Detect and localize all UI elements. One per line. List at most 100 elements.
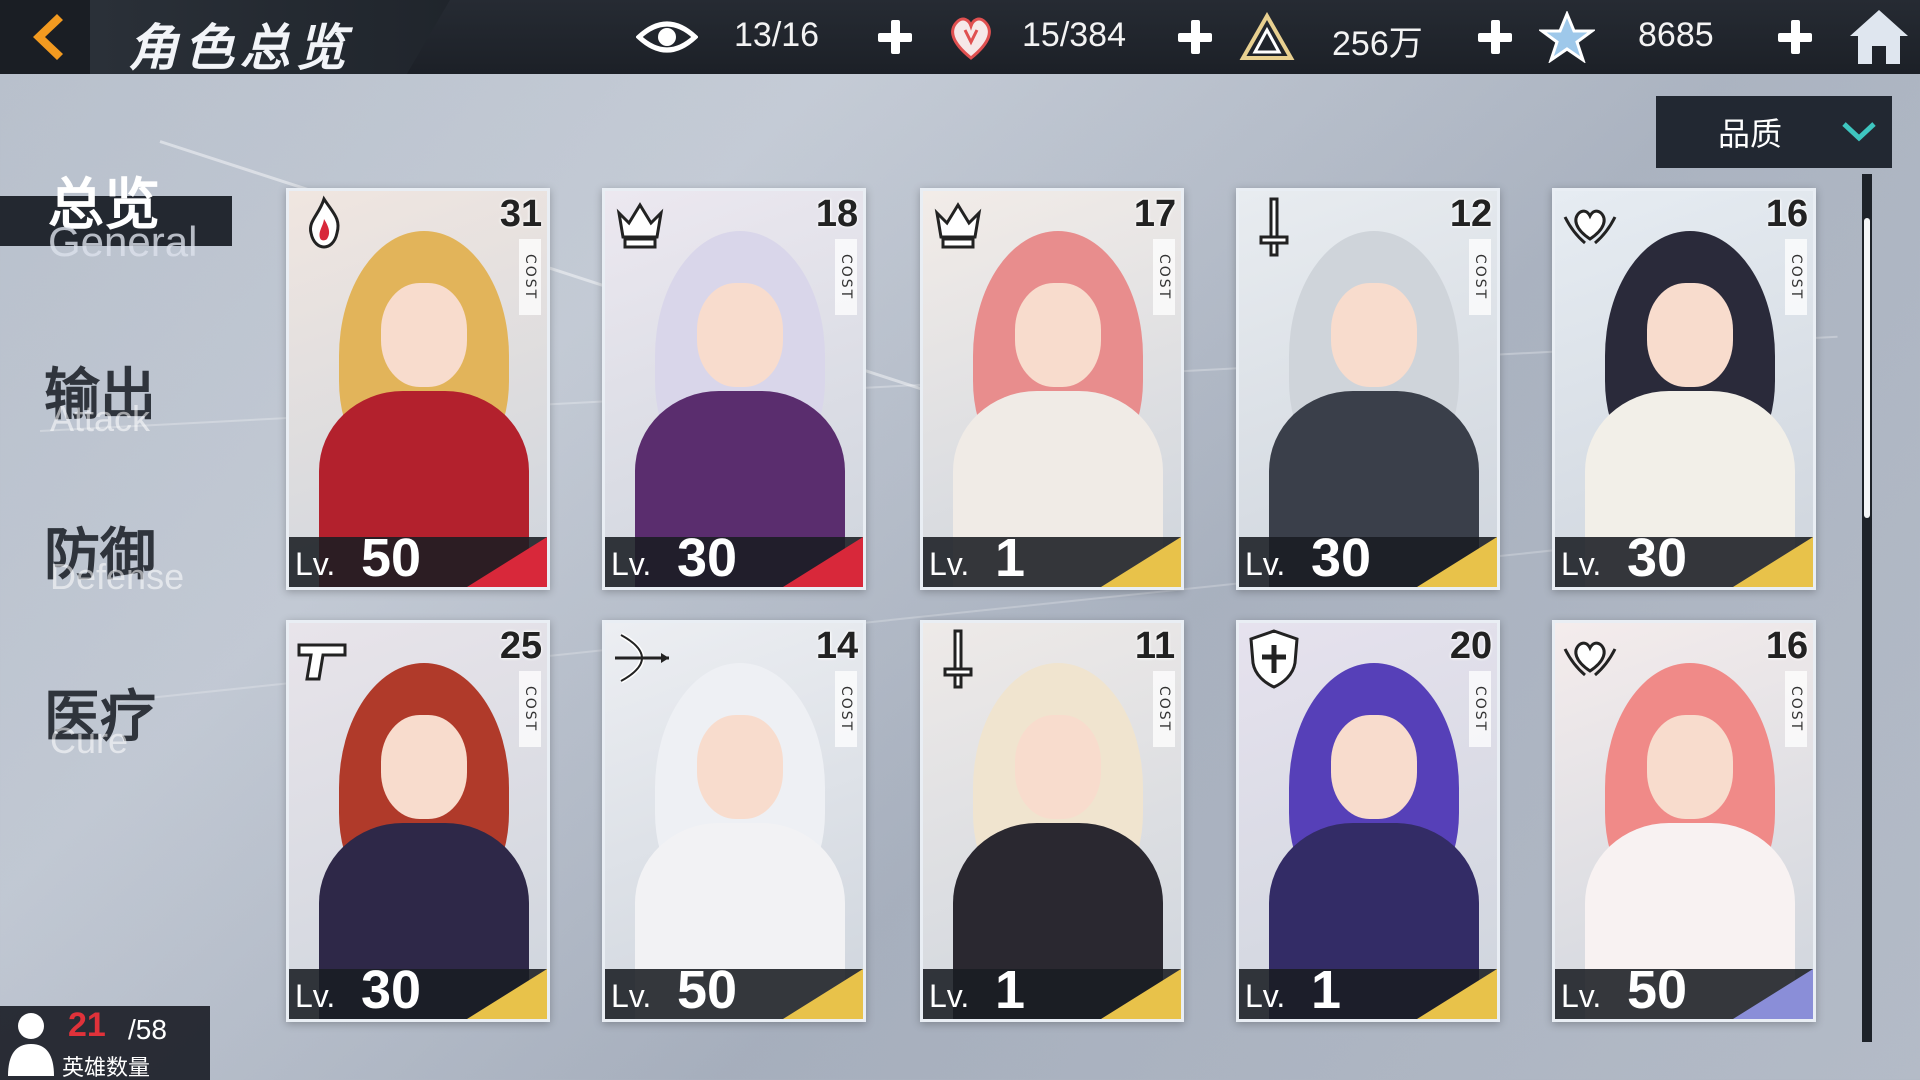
level-prefix: Lv. bbox=[1561, 978, 1602, 1014]
gold-value: 256万 bbox=[1332, 25, 1423, 63]
rarity-indicator bbox=[1733, 537, 1813, 587]
scrollbar-thumb[interactable] bbox=[1864, 218, 1870, 518]
level-prefix: Lv. bbox=[929, 978, 970, 1014]
cost-label: COST bbox=[1153, 671, 1175, 747]
pyramid-icon bbox=[1236, 12, 1298, 62]
cost-badge: 18 bbox=[815, 193, 859, 236]
level-prefix: Lv. bbox=[295, 978, 336, 1014]
fire-icon bbox=[291, 193, 357, 259]
add-gold-button[interactable] bbox=[1472, 14, 1518, 60]
nav-item-cure[interactable]: 医疗 Cure bbox=[0, 664, 260, 774]
add-stamina-button[interactable] bbox=[872, 14, 918, 60]
nav-sublabel: Defense bbox=[50, 556, 185, 597]
character-card[interactable]: 11 COST Lv. 1 bbox=[920, 620, 1184, 1022]
chevron-left-icon bbox=[33, 14, 63, 60]
chevron-down-icon bbox=[1842, 122, 1876, 142]
level-bar: Lv. 1 bbox=[923, 960, 1181, 1019]
level-prefix: Lv. bbox=[611, 546, 652, 582]
cost-value: 12 bbox=[1449, 193, 1493, 235]
home-button[interactable] bbox=[1846, 6, 1912, 68]
crown-emblem-icon bbox=[925, 193, 991, 259]
top-bar: 角色总览 13/16 15/384 256万 8685 bbox=[0, 0, 1920, 77]
shield-icon bbox=[1241, 625, 1307, 691]
nav-item-defense[interactable]: 防御 Defense bbox=[0, 500, 260, 610]
pistol-icon bbox=[291, 625, 357, 691]
eye-icon bbox=[636, 12, 698, 62]
character-card[interactable]: 12 COST Lv. 30 bbox=[1236, 188, 1500, 590]
cost-badge: 17 bbox=[1133, 193, 1177, 236]
cost-badge: 16 bbox=[1765, 625, 1809, 668]
rarity-indicator bbox=[467, 969, 547, 1019]
cost-label: COST bbox=[835, 239, 857, 315]
crystal-value: 15/384 bbox=[1022, 16, 1126, 54]
sword-icon bbox=[1241, 193, 1307, 259]
level-value: 1 bbox=[995, 960, 1026, 1020]
winged-heart-icon bbox=[1557, 193, 1623, 259]
level-bar: Lv. 1 bbox=[1239, 960, 1497, 1019]
sort-dropdown[interactable]: 品质 bbox=[1656, 96, 1892, 168]
rarity-indicator bbox=[1417, 537, 1497, 587]
character-card[interactable]: 31 COST Lv. 50 bbox=[286, 188, 550, 590]
hero-count-panel: 21 /58 英雄数量 bbox=[0, 1006, 210, 1080]
character-card[interactable]: 14 COST Lv. 50 bbox=[602, 620, 866, 1022]
level-prefix: Lv. bbox=[1245, 978, 1286, 1014]
person-icon bbox=[8, 1013, 54, 1076]
cost-badge: 20 bbox=[1449, 625, 1493, 668]
bow-icon bbox=[607, 625, 673, 691]
level-bar: Lv. 30 bbox=[605, 528, 863, 587]
nav-item-general[interactable]: 总览 General bbox=[0, 150, 260, 270]
cost-value: 20 bbox=[1449, 625, 1493, 667]
nav-item-attack[interactable]: 输出 Attack bbox=[0, 340, 260, 450]
character-card[interactable]: 18 COST Lv. 30 bbox=[602, 188, 866, 590]
cost-badge: 14 bbox=[815, 625, 859, 668]
character-card[interactable]: 17 COST Lv. 1 bbox=[920, 188, 1184, 590]
cost-value: 14 bbox=[815, 625, 859, 667]
rarity-indicator bbox=[783, 537, 863, 587]
level-bar: Lv. 30 bbox=[1555, 528, 1813, 587]
character-card[interactable]: 20 COST Lv. 1 bbox=[1236, 620, 1500, 1022]
level-prefix: Lv. bbox=[611, 978, 652, 1014]
nav-sublabel: General bbox=[48, 218, 198, 265]
resource-stamina bbox=[636, 0, 698, 74]
level-bar: Lv. 1 bbox=[923, 528, 1181, 587]
rarity-indicator bbox=[783, 969, 863, 1019]
cost-value: 11 bbox=[1134, 625, 1176, 667]
sort-label: 品质 bbox=[1718, 115, 1783, 153]
level-bar: Lv. 30 bbox=[289, 960, 547, 1019]
cost-value: 17 bbox=[1133, 193, 1177, 235]
level-bar: Lv. 50 bbox=[605, 960, 863, 1019]
cost-badge: 12 bbox=[1449, 193, 1493, 236]
cost-badge: 31 bbox=[499, 193, 543, 236]
level-value: 50 bbox=[361, 528, 422, 588]
resource-gold bbox=[1236, 0, 1298, 74]
character-card[interactable]: 25 COST Lv. 30 bbox=[286, 620, 550, 1022]
star-icon bbox=[1536, 11, 1598, 63]
character-card[interactable]: 16 COST Lv. 50 bbox=[1552, 620, 1816, 1022]
level-value: 1 bbox=[995, 528, 1026, 588]
resource-crystal bbox=[940, 0, 1002, 74]
nav-sublabel: Cure bbox=[50, 720, 129, 761]
level-prefix: Lv. bbox=[1561, 546, 1602, 582]
add-star-points-button[interactable] bbox=[1772, 14, 1818, 60]
cost-value: 16 bbox=[1765, 193, 1809, 235]
level-prefix: Lv. bbox=[295, 546, 336, 582]
cost-value: 18 bbox=[815, 193, 859, 235]
page-title: 角色总览 bbox=[128, 19, 352, 77]
cost-label: COST bbox=[835, 671, 857, 747]
back-button[interactable] bbox=[0, 0, 90, 74]
level-prefix: Lv. bbox=[1245, 546, 1286, 582]
hero-count-current: 21 bbox=[68, 1006, 106, 1044]
level-bar: Lv. 30 bbox=[1239, 528, 1497, 587]
level-prefix: Lv. bbox=[929, 546, 970, 582]
cost-badge: 16 bbox=[1765, 193, 1809, 236]
crown-emblem-icon bbox=[607, 193, 673, 259]
add-crystal-button[interactable] bbox=[1172, 14, 1218, 60]
hero-count-label: 英雄数量 bbox=[62, 1056, 151, 1080]
cost-label: COST bbox=[1785, 671, 1807, 747]
level-value: 1 bbox=[1311, 960, 1342, 1020]
character-card[interactable]: 16 COST Lv. 30 bbox=[1552, 188, 1816, 590]
winged-heart-icon bbox=[1557, 625, 1623, 691]
level-value: 30 bbox=[1627, 528, 1688, 588]
home-icon bbox=[1850, 10, 1908, 64]
level-bar: Lv. 50 bbox=[289, 528, 547, 587]
